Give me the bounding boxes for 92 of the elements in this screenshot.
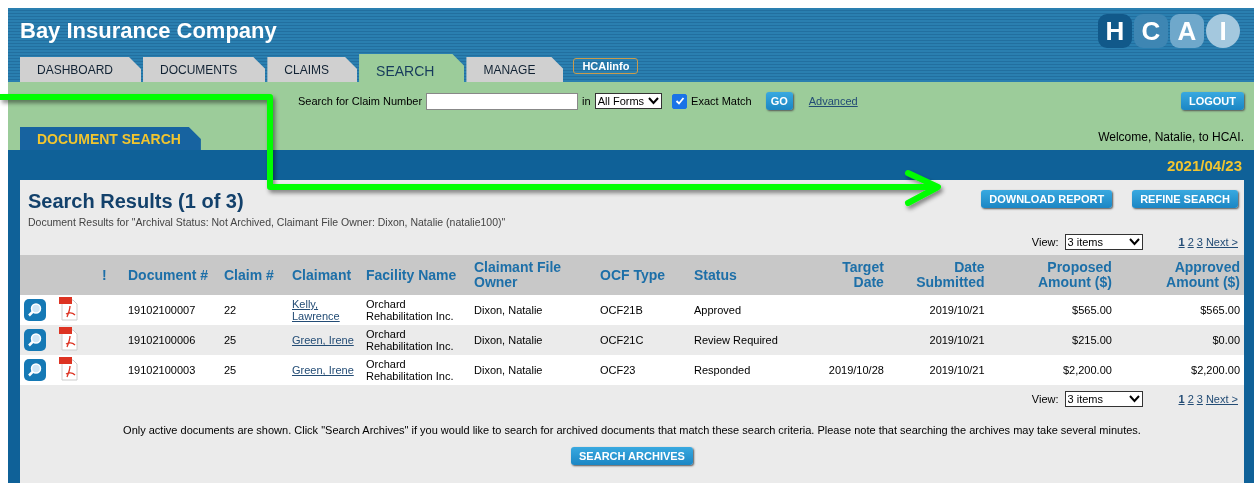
table-cell: 19102100003 [128,364,196,376]
table-cell: 2019/10/21 [929,364,985,376]
table-cell: 25 [224,364,237,376]
table-cell: Responded [694,364,751,376]
exact-match-label: Exact Match [691,95,752,107]
column-header[interactable]: Date Submitted [887,255,989,295]
nav-tab[interactable]: DASHBOARD [20,57,141,82]
action-button[interactable]: DOWNLOAD REPORT [981,190,1113,208]
magnifier-icon[interactable] [24,329,46,351]
company-title: Bay Insurance Company [20,18,277,44]
table-cell: Review Required [694,334,778,346]
table-cell: Orchard Rehabilitation Inc. [366,298,454,322]
table-cell: Approved [694,304,742,316]
form-select[interactable]: All Forms [594,93,663,109]
nav-tab[interactable]: CLAIMS [267,57,358,82]
view-label: View: [1031,236,1059,248]
logo-letter: C [1134,14,1168,48]
page-link[interactable]: 3 [1196,393,1203,405]
view-label: View: [1031,393,1059,405]
page-link[interactable]: 2 [1187,236,1194,248]
logo-letter: H [1098,14,1132,48]
magnifier-icon[interactable] [24,299,46,321]
in-label: in [582,95,591,107]
pdf-file-icon[interactable] [58,297,80,321]
results-subtitle: Document Results for "Archival Status: Not Archived, Claimant File Owner: Dixon, Natalie (natalie100)" [28,216,506,228]
section-tab[interactable]: DOCUMENT SEARCH [20,127,201,150]
table-cell: Orchard Rehabilitation Inc. [366,358,454,382]
column-header[interactable]: Target Date [810,255,888,295]
go-button[interactable]: GO [765,92,793,110]
claim-number-field[interactable] [426,92,579,110]
view-select[interactable]: 3 items [1064,234,1143,250]
archive-note: Only active documents are shown. Click "Search Archives" if you would like to search for archived documents that match these search criteria. Please note that searching the archives may take several minutes. [122,423,1142,438]
column-header[interactable]: Proposed Amount ($) [988,255,1116,295]
exact-match-checkbox[interactable] [672,93,688,109]
table-cell: 19102100007 [128,304,196,316]
table-cell: $215.00 [1072,334,1112,346]
pdf-file-icon[interactable] [58,327,80,351]
table-cell: $0.00 [1212,334,1240,346]
nav-tab[interactable]: DOCUMENTS [143,57,266,82]
column-header[interactable]: Claim # [220,255,288,295]
claim-search-label: Search for Claim Number [298,95,423,107]
column-header[interactable]: Facility Name [362,255,470,295]
results-title: Search Results (1 of 3) [28,190,245,213]
table-cell: 2019/10/21 [929,304,985,316]
table-cell: 2019/10/28 [828,364,884,376]
table-cell: OCF21C [600,334,644,346]
action-button[interactable]: REFINE SEARCH [1132,190,1238,208]
logout-button[interactable]: LOGOUT [1180,92,1244,110]
table-cell: OCF23 [600,364,636,376]
table-cell: $565.00 [1200,304,1240,316]
table-cell: OCF21B [600,304,643,316]
nav-tab[interactable]: MANAGE [466,57,564,82]
column-header[interactable]: Status [690,255,810,295]
column-header[interactable]: OCF Type [596,255,690,295]
table-cell: Dixon, Natalie [474,334,543,346]
column-header[interactable]: Claimant File Owner [470,255,596,295]
logo-letter: A [1170,14,1204,48]
chevron-down-icon [1128,238,1140,246]
pdf-file-icon[interactable] [58,357,80,381]
table-cell: Dixon, Natalie [474,364,543,376]
column-header[interactable]: Document # [124,255,220,295]
advanced-link[interactable]: Advanced [808,95,858,107]
welcome-text: Welcome, Natalie, to HCAI. [1098,130,1244,144]
page-link[interactable]: 3 [1196,236,1203,248]
column-header[interactable]: Claimant [288,255,362,295]
table-cell: 22 [224,304,237,316]
table-cell: 19102100006 [128,334,196,346]
chevron-down-icon [648,97,660,105]
table-cell: $2,200.00 [1191,364,1240,376]
column-header[interactable]: ! [98,255,124,295]
checkmark-icon [674,96,685,106]
table-cell: $565.00 [1072,304,1112,316]
search-archives-button[interactable]: SEARCH ARCHIVES [571,447,693,465]
column-header[interactable]: Approved Amount ($) [1115,255,1244,295]
page-link[interactable]: 1 [1178,236,1185,248]
table-cell: 2019/10/21 [929,334,985,346]
table-cell: Orchard Rehabilitation Inc. [366,328,454,352]
nav-tab[interactable]: SEARCH [359,54,465,82]
view-select[interactable]: 3 items [1064,391,1143,407]
page-link[interactable]: 2 [1187,393,1194,405]
current-date: 2021/04/23 [1166,156,1242,174]
claimant-link[interactable]: Green, Irene [292,334,354,346]
table-cell: 25 [224,334,237,346]
magnifier-icon[interactable] [24,359,46,381]
info-button[interactable]: HCAIinfo [573,58,639,74]
table-cell: Dixon, Natalie [474,304,543,316]
logo-letter: I [1206,14,1240,48]
page-link[interactable]: 1 [1178,393,1185,405]
next-link[interactable]: Next > [1205,236,1238,248]
table-cell: $2,200.00 [1062,364,1112,376]
next-link[interactable]: Next > [1205,393,1238,405]
chevron-down-icon [1128,395,1140,403]
